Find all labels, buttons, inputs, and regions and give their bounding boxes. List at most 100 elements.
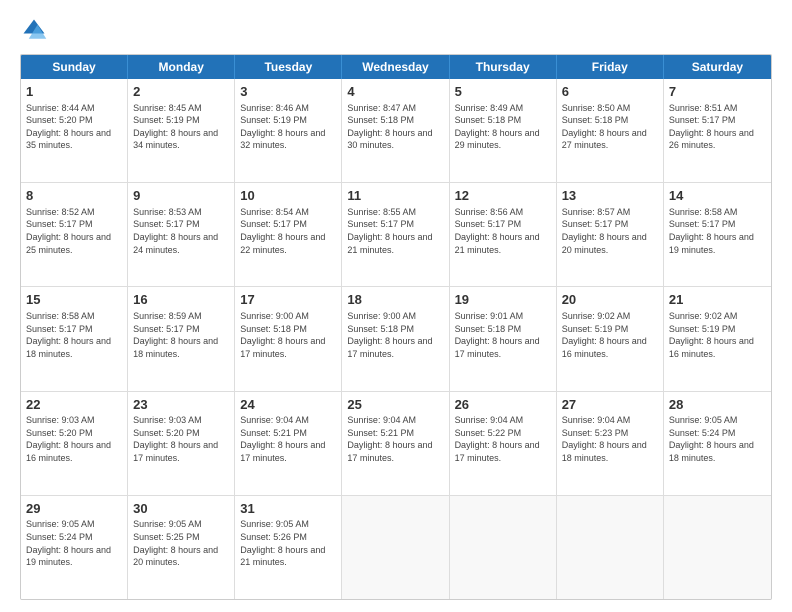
calendar: SundayMondayTuesdayWednesdayThursdayFrid… (20, 54, 772, 600)
cell-text: Sunrise: 9:00 AM Sunset: 5:18 PM Dayligh… (347, 310, 443, 360)
cell-text: Sunrise: 8:57 AM Sunset: 5:17 PM Dayligh… (562, 206, 658, 256)
day-cell-15: 15Sunrise: 8:58 AM Sunset: 5:17 PM Dayli… (21, 287, 128, 390)
header-day-thursday: Thursday (450, 55, 557, 79)
day-number: 12 (455, 187, 551, 205)
cell-text: Sunrise: 9:05 AM Sunset: 5:24 PM Dayligh… (26, 518, 122, 568)
day-number: 14 (669, 187, 766, 205)
cell-text: Sunrise: 8:51 AM Sunset: 5:17 PM Dayligh… (669, 102, 766, 152)
cell-text: Sunrise: 8:45 AM Sunset: 5:19 PM Dayligh… (133, 102, 229, 152)
day-cell-7: 7Sunrise: 8:51 AM Sunset: 5:17 PM Daylig… (664, 79, 771, 182)
day-cell-25: 25Sunrise: 9:04 AM Sunset: 5:21 PM Dayli… (342, 392, 449, 495)
day-cell-30: 30Sunrise: 9:05 AM Sunset: 5:25 PM Dayli… (128, 496, 235, 599)
day-cell-9: 9Sunrise: 8:53 AM Sunset: 5:17 PM Daylig… (128, 183, 235, 286)
day-cell-18: 18Sunrise: 9:00 AM Sunset: 5:18 PM Dayli… (342, 287, 449, 390)
cell-text: Sunrise: 9:04 AM Sunset: 5:22 PM Dayligh… (455, 414, 551, 464)
cell-text: Sunrise: 9:03 AM Sunset: 5:20 PM Dayligh… (133, 414, 229, 464)
cell-text: Sunrise: 9:04 AM Sunset: 5:23 PM Dayligh… (562, 414, 658, 464)
day-cell-10: 10Sunrise: 8:54 AM Sunset: 5:17 PM Dayli… (235, 183, 342, 286)
day-cell-21: 21Sunrise: 9:02 AM Sunset: 5:19 PM Dayli… (664, 287, 771, 390)
day-number: 27 (562, 396, 658, 414)
header-day-sunday: Sunday (21, 55, 128, 79)
cell-text: Sunrise: 8:46 AM Sunset: 5:19 PM Dayligh… (240, 102, 336, 152)
day-number: 7 (669, 83, 766, 101)
day-number: 24 (240, 396, 336, 414)
day-cell-19: 19Sunrise: 9:01 AM Sunset: 5:18 PM Dayli… (450, 287, 557, 390)
empty-cell (664, 496, 771, 599)
cell-text: Sunrise: 9:03 AM Sunset: 5:20 PM Dayligh… (26, 414, 122, 464)
header-day-wednesday: Wednesday (342, 55, 449, 79)
cell-text: Sunrise: 8:52 AM Sunset: 5:17 PM Dayligh… (26, 206, 122, 256)
day-number: 19 (455, 291, 551, 309)
cell-text: Sunrise: 9:02 AM Sunset: 5:19 PM Dayligh… (562, 310, 658, 360)
day-cell-28: 28Sunrise: 9:05 AM Sunset: 5:24 PM Dayli… (664, 392, 771, 495)
cell-text: Sunrise: 8:55 AM Sunset: 5:17 PM Dayligh… (347, 206, 443, 256)
day-cell-6: 6Sunrise: 8:50 AM Sunset: 5:18 PM Daylig… (557, 79, 664, 182)
calendar-row-4: 29Sunrise: 9:05 AM Sunset: 5:24 PM Dayli… (21, 496, 771, 599)
cell-text: Sunrise: 9:04 AM Sunset: 5:21 PM Dayligh… (240, 414, 336, 464)
day-number: 15 (26, 291, 122, 309)
empty-cell (342, 496, 449, 599)
day-cell-17: 17Sunrise: 9:00 AM Sunset: 5:18 PM Dayli… (235, 287, 342, 390)
cell-text: Sunrise: 8:58 AM Sunset: 5:17 PM Dayligh… (26, 310, 122, 360)
cell-text: Sunrise: 9:00 AM Sunset: 5:18 PM Dayligh… (240, 310, 336, 360)
day-cell-12: 12Sunrise: 8:56 AM Sunset: 5:17 PM Dayli… (450, 183, 557, 286)
day-cell-31: 31Sunrise: 9:05 AM Sunset: 5:26 PM Dayli… (235, 496, 342, 599)
day-cell-8: 8Sunrise: 8:52 AM Sunset: 5:17 PM Daylig… (21, 183, 128, 286)
cell-text: Sunrise: 8:54 AM Sunset: 5:17 PM Dayligh… (240, 206, 336, 256)
day-number: 8 (26, 187, 122, 205)
header-day-tuesday: Tuesday (235, 55, 342, 79)
day-cell-29: 29Sunrise: 9:05 AM Sunset: 5:24 PM Dayli… (21, 496, 128, 599)
day-cell-5: 5Sunrise: 8:49 AM Sunset: 5:18 PM Daylig… (450, 79, 557, 182)
day-number: 26 (455, 396, 551, 414)
cell-text: Sunrise: 8:49 AM Sunset: 5:18 PM Dayligh… (455, 102, 551, 152)
day-number: 6 (562, 83, 658, 101)
day-number: 17 (240, 291, 336, 309)
day-cell-3: 3Sunrise: 8:46 AM Sunset: 5:19 PM Daylig… (235, 79, 342, 182)
calendar-row-0: 1Sunrise: 8:44 AM Sunset: 5:20 PM Daylig… (21, 79, 771, 183)
cell-text: Sunrise: 9:05 AM Sunset: 5:24 PM Dayligh… (669, 414, 766, 464)
cell-text: Sunrise: 8:56 AM Sunset: 5:17 PM Dayligh… (455, 206, 551, 256)
cell-text: Sunrise: 8:44 AM Sunset: 5:20 PM Dayligh… (26, 102, 122, 152)
cell-text: Sunrise: 8:50 AM Sunset: 5:18 PM Dayligh… (562, 102, 658, 152)
day-cell-11: 11Sunrise: 8:55 AM Sunset: 5:17 PM Dayli… (342, 183, 449, 286)
cell-text: Sunrise: 9:05 AM Sunset: 5:25 PM Dayligh… (133, 518, 229, 568)
day-cell-14: 14Sunrise: 8:58 AM Sunset: 5:17 PM Dayli… (664, 183, 771, 286)
day-number: 23 (133, 396, 229, 414)
day-number: 22 (26, 396, 122, 414)
day-number: 20 (562, 291, 658, 309)
calendar-body: 1Sunrise: 8:44 AM Sunset: 5:20 PM Daylig… (21, 79, 771, 599)
day-number: 3 (240, 83, 336, 101)
header-day-friday: Friday (557, 55, 664, 79)
day-cell-20: 20Sunrise: 9:02 AM Sunset: 5:19 PM Dayli… (557, 287, 664, 390)
day-number: 16 (133, 291, 229, 309)
cell-text: Sunrise: 8:59 AM Sunset: 5:17 PM Dayligh… (133, 310, 229, 360)
cell-text: Sunrise: 9:02 AM Sunset: 5:19 PM Dayligh… (669, 310, 766, 360)
day-cell-2: 2Sunrise: 8:45 AM Sunset: 5:19 PM Daylig… (128, 79, 235, 182)
cell-text: Sunrise: 8:47 AM Sunset: 5:18 PM Dayligh… (347, 102, 443, 152)
day-number: 4 (347, 83, 443, 101)
day-number: 21 (669, 291, 766, 309)
day-number: 2 (133, 83, 229, 101)
cell-text: Sunrise: 9:04 AM Sunset: 5:21 PM Dayligh… (347, 414, 443, 464)
day-number: 25 (347, 396, 443, 414)
day-number: 1 (26, 83, 122, 101)
cell-text: Sunrise: 8:53 AM Sunset: 5:17 PM Dayligh… (133, 206, 229, 256)
calendar-header: SundayMondayTuesdayWednesdayThursdayFrid… (21, 55, 771, 79)
cell-text: Sunrise: 8:58 AM Sunset: 5:17 PM Dayligh… (669, 206, 766, 256)
day-cell-4: 4Sunrise: 8:47 AM Sunset: 5:18 PM Daylig… (342, 79, 449, 182)
day-number: 9 (133, 187, 229, 205)
day-number: 10 (240, 187, 336, 205)
header (20, 16, 772, 44)
day-number: 28 (669, 396, 766, 414)
day-cell-22: 22Sunrise: 9:03 AM Sunset: 5:20 PM Dayli… (21, 392, 128, 495)
day-number: 18 (347, 291, 443, 309)
day-cell-24: 24Sunrise: 9:04 AM Sunset: 5:21 PM Dayli… (235, 392, 342, 495)
day-number: 29 (26, 500, 122, 518)
calendar-row-2: 15Sunrise: 8:58 AM Sunset: 5:17 PM Dayli… (21, 287, 771, 391)
cell-text: Sunrise: 9:05 AM Sunset: 5:26 PM Dayligh… (240, 518, 336, 568)
day-cell-13: 13Sunrise: 8:57 AM Sunset: 5:17 PM Dayli… (557, 183, 664, 286)
empty-cell (450, 496, 557, 599)
header-day-monday: Monday (128, 55, 235, 79)
cell-text: Sunrise: 9:01 AM Sunset: 5:18 PM Dayligh… (455, 310, 551, 360)
calendar-row-1: 8Sunrise: 8:52 AM Sunset: 5:17 PM Daylig… (21, 183, 771, 287)
